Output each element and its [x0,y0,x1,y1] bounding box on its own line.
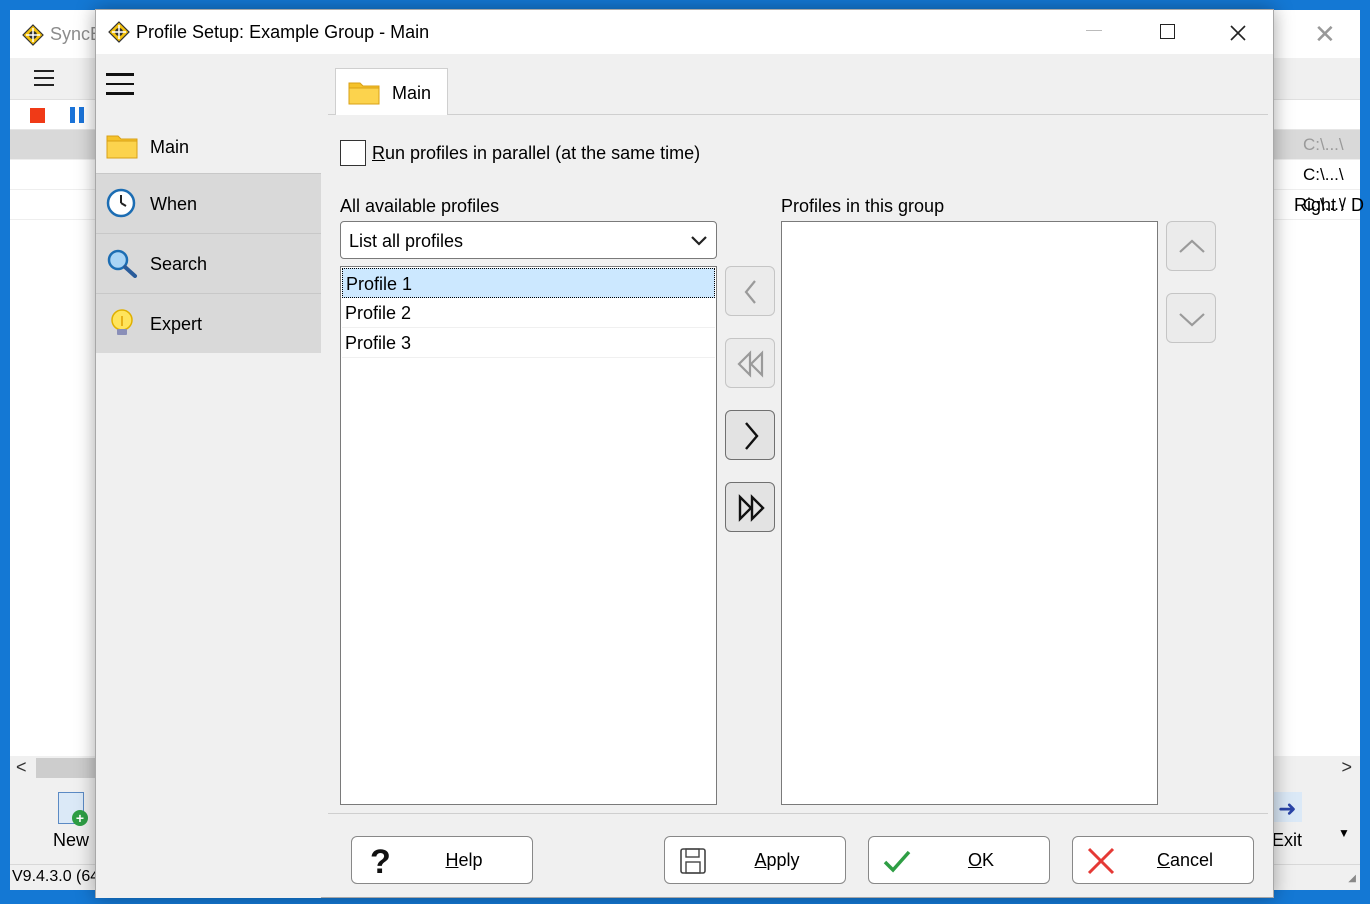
run-in-parallel-checkbox[interactable] [340,140,366,166]
hamburger-menu-icon[interactable] [106,73,134,95]
lightbulb-icon [111,309,133,335]
scrollbar-thumb[interactable] [36,758,96,778]
chevron-left-icon [744,280,756,304]
sidebar-item-when[interactable]: When [96,173,321,233]
chevron-down-icon [1179,313,1205,327]
sidebar-header [96,54,321,117]
profile-filter-select[interactable]: List all profiles [340,221,717,259]
mnemonic-letter: C [1156,850,1170,870]
tab-divider [328,114,1268,115]
magnifier-icon [107,249,137,278]
rewind-icon [737,350,764,378]
main-window-close-button[interactable]: ✕ [1314,21,1336,47]
main-page-content: Main Run profiles in parallel (at the sa… [328,68,1268,813]
list-item[interactable]: Profile 1 [342,268,715,298]
syncback-logo-icon [108,21,130,43]
available-profiles-label: All available profiles [340,196,500,216]
question-mark-icon: ? [370,845,391,877]
sidebar-item-label: Expert [150,314,203,334]
apply-button[interactable]: Apply [664,836,846,884]
dialog-titlebar: Profile Setup: Example Group - Main [96,10,1273,54]
exit-button-label[interactable]: Exit [1272,830,1302,851]
sidebar-item-search[interactable]: Search [96,233,321,293]
move-down-button[interactable] [1166,293,1216,343]
svg-text:?: ? [370,845,391,877]
group-profiles-list[interactable] [781,221,1158,805]
mnemonic-letter: O [967,850,982,870]
save-disk-icon [680,848,706,874]
profile-filter-value: List all profiles [349,231,464,251]
fast-forward-icon [738,494,765,522]
folder-icon [106,135,138,159]
pause-icon[interactable] [70,107,86,123]
chevron-right-icon [745,422,759,450]
add-all-profiles-button[interactable] [725,482,775,532]
help-button[interactable]: ? Help [351,836,533,884]
minimize-button[interactable] [1086,30,1102,31]
remove-all-profiles-button[interactable] [725,338,775,388]
new-button-label[interactable]: New [53,830,89,851]
maximize-button[interactable] [1160,24,1175,39]
sidebar-item-label: Main [150,137,190,157]
right-path-cell: C:\...\ [1303,135,1344,154]
dialog-title: Profile Setup: Example Group - Main [136,22,430,42]
remove-profile-button[interactable] [725,266,775,316]
list-item[interactable]: Profile 2 [342,298,715,328]
sidebar-item-main[interactable]: Main [96,117,321,177]
available-profiles-list[interactable]: Profile 1 Profile 2 Profile 3 [340,266,717,805]
mnemonic-letter: R [372,143,385,163]
checkbox-label-text: un profiles in parallel (at the same tim… [385,143,701,163]
folder-icon [348,82,380,105]
cancel-x-icon [1087,847,1115,875]
right-path-cell: C:\...\ [1303,165,1344,184]
group-profiles-label: Profiles in this group [781,196,945,216]
main-menu-icon[interactable] [34,70,54,86]
sidebar-background [96,353,321,898]
list-item[interactable]: Profile 3 [342,328,715,358]
sidebar-item-label: Search [150,254,208,274]
tab-label: Main [392,83,432,103]
button-label: pply [766,850,800,870]
profile-setup-dialog: Profile Setup: Example Group - Main Main… [95,9,1274,898]
footer-divider [328,813,1268,814]
button-label: elp [458,850,483,870]
dropdown-arrow-icon[interactable]: ▼ [1338,826,1350,840]
syncback-logo-icon [22,24,44,46]
version-text: V9.4.3.0 (64 [12,868,100,885]
ok-button[interactable]: OK [868,836,1050,884]
cancel-button[interactable]: Cancel [1072,836,1254,884]
mnemonic-letter: A [754,850,767,870]
add-profile-button[interactable] [725,410,775,460]
scroll-right-icon[interactable]: > [1341,757,1352,778]
scroll-left-icon[interactable]: < [16,757,27,778]
move-up-button[interactable] [1166,221,1216,271]
plus-icon: + [72,810,88,826]
sidebar-item-label: When [150,194,198,214]
right-path-cell: C:\...\ [1303,195,1344,214]
button-label: ancel [1169,850,1214,870]
chevron-down-icon [691,236,707,246]
sidebar-item-expert[interactable]: Expert [96,293,321,353]
mnemonic-letter: H [445,850,459,870]
close-button[interactable] [1226,21,1250,45]
checkmark-icon [883,850,911,873]
button-label: K [982,850,995,870]
stop-icon[interactable] [30,108,45,123]
run-in-parallel-label[interactable]: Run profiles in parallel (at the same ti… [372,143,700,164]
clock-icon [106,188,136,218]
chevron-up-icon [1179,239,1205,253]
tab-main[interactable]: Main [335,68,448,115]
exit-arrow-icon: ➜ [1278,796,1297,821]
resize-grip-icon[interactable]: ◢ [1348,873,1356,884]
